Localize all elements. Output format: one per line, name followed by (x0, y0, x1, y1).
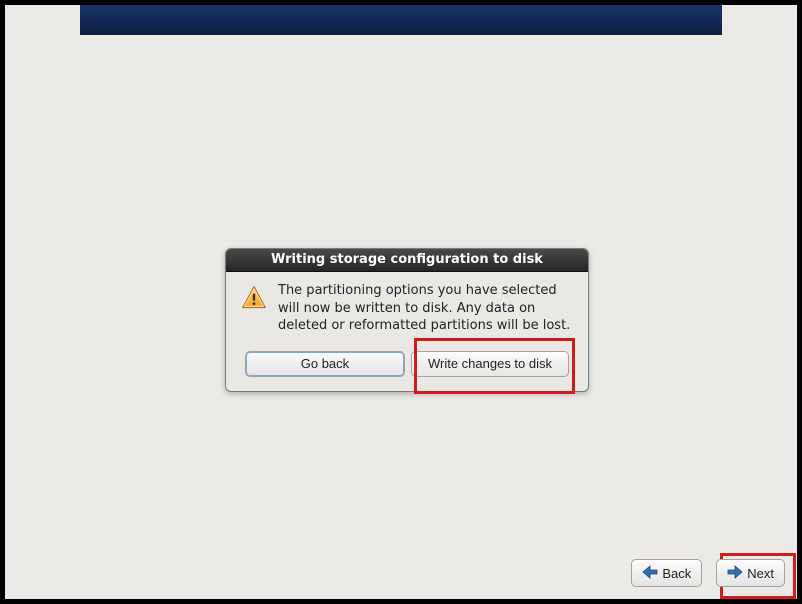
dialog-body: The partitioning options you have select… (226, 272, 588, 391)
warning-icon (240, 284, 268, 316)
next-label: Next (747, 566, 774, 581)
dialog-title: Writing storage configuration to disk (226, 249, 588, 272)
back-button[interactable]: Back (631, 559, 702, 587)
dialog-message: The partitioning options you have select… (278, 282, 574, 335)
back-label: Back (662, 566, 691, 581)
installer-background: Writing storage configuration to disk (5, 5, 797, 599)
next-button[interactable]: Next (716, 559, 785, 587)
write-changes-button[interactable]: Write changes to disk (411, 351, 569, 377)
go-back-button[interactable]: Go back (245, 351, 405, 377)
arrow-right-icon (727, 565, 743, 582)
banner-bar (80, 5, 722, 35)
wizard-nav: Back Next (631, 559, 785, 587)
write-config-dialog: Writing storage configuration to disk (225, 248, 589, 392)
arrow-left-icon (642, 565, 658, 582)
